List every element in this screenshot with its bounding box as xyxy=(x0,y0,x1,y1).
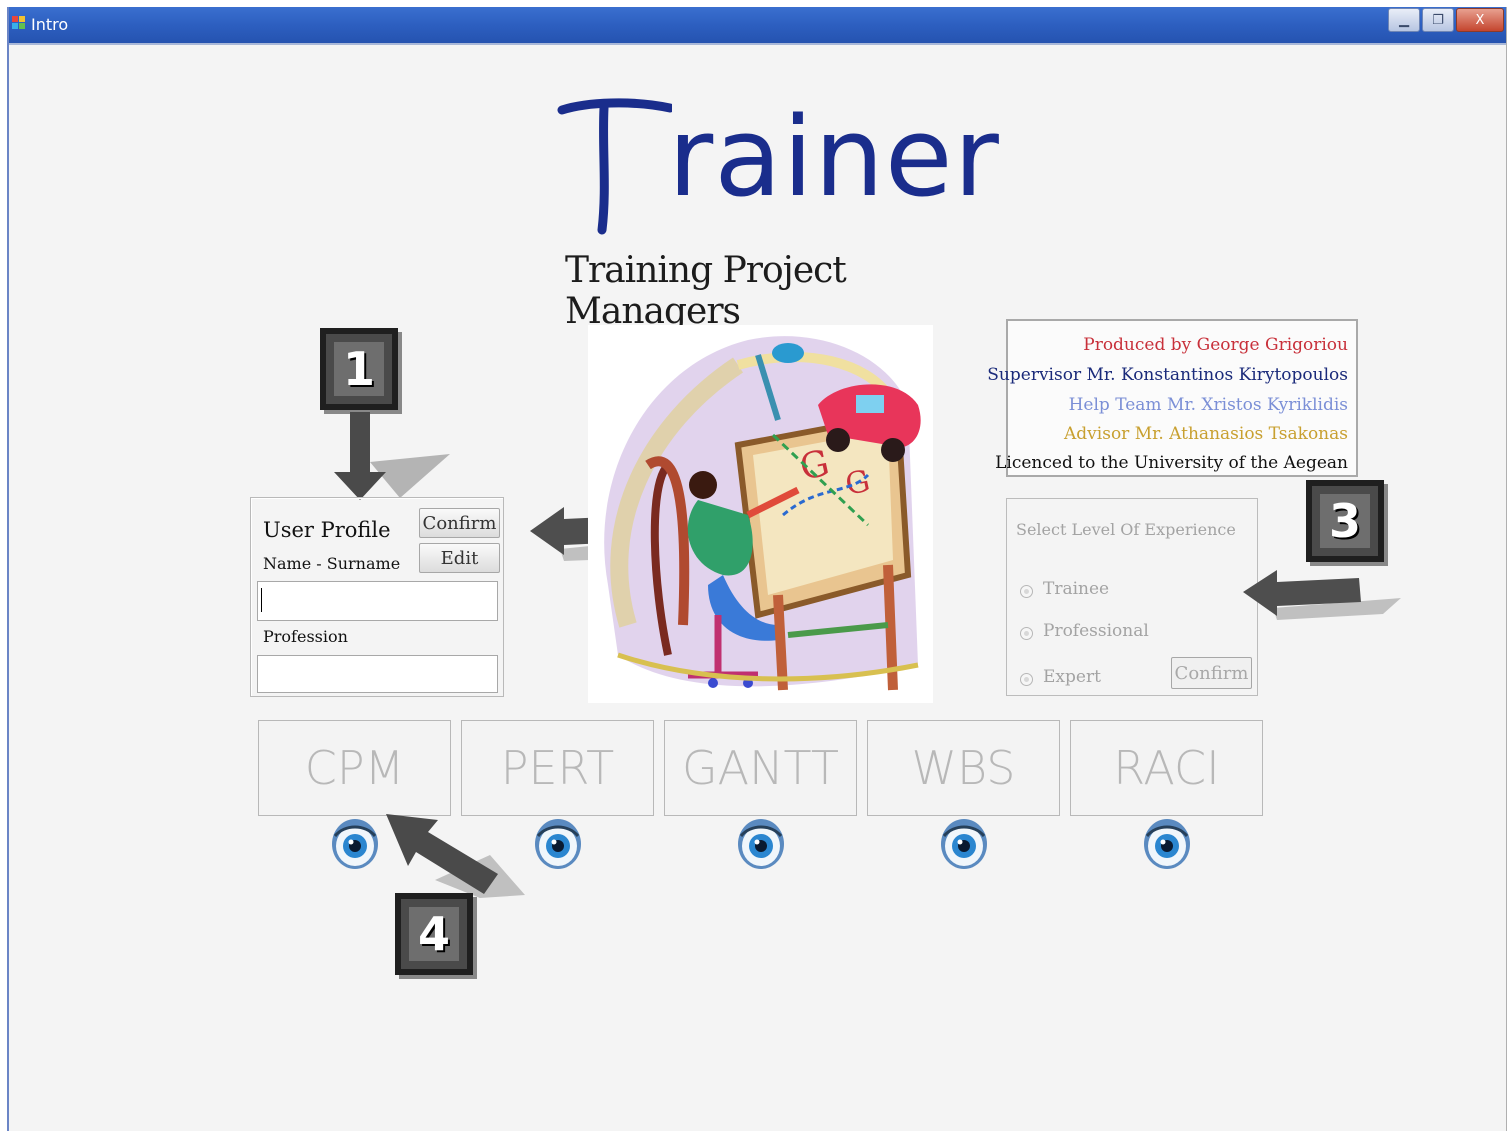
credit-licence: Licenced to the University of the Aegean xyxy=(995,453,1348,473)
minimize-button[interactable]: ▁ xyxy=(1388,8,1420,32)
arrow-down-icon xyxy=(334,412,450,500)
app-subtitle: Training Project Managers xyxy=(565,250,847,332)
profession-label: Profession xyxy=(263,627,348,646)
pert-button[interactable]: PERT xyxy=(461,720,654,816)
credit-produced: Produced by George Grigoriou xyxy=(1083,335,1348,355)
cpm-button[interactable]: CPM xyxy=(258,720,451,816)
radio-expert[interactable] xyxy=(1020,673,1033,686)
raci-view-eye-icon[interactable] xyxy=(1143,818,1191,870)
gantt-button[interactable]: GANTT xyxy=(664,720,857,816)
arrow-up-left-icon xyxy=(386,814,525,898)
title-bar: Intro ▁ ❐ X xyxy=(9,7,1506,45)
radio-professional-label: Professional xyxy=(1043,621,1149,641)
radio-trainee-label: Trainee xyxy=(1043,579,1110,599)
profile-edit-button[interactable]: Edit xyxy=(419,543,500,573)
cpm-view-eye-icon[interactable] xyxy=(331,818,379,870)
callout-badge-1: 1 xyxy=(320,328,398,410)
pert-view-eye-icon[interactable] xyxy=(534,818,582,870)
radio-expert-label: Expert xyxy=(1043,667,1101,687)
radio-trainee[interactable] xyxy=(1020,585,1033,598)
profession-input[interactable] xyxy=(257,655,498,693)
project-manager-illustration: G G xyxy=(588,325,933,703)
callout-badge-4: 4 xyxy=(395,893,473,975)
callout-badge-3: 3 xyxy=(1306,480,1384,562)
name-surname-label: Name - Surname xyxy=(263,554,401,573)
logo-initial-t xyxy=(557,98,672,235)
user-profile-panel: User Profile Name - Surname Confirm Edit… xyxy=(250,497,504,697)
wbs-button[interactable]: WBS xyxy=(867,720,1060,816)
credit-supervisor: Supervisor Mr. Konstantinos Kirytopoulos xyxy=(987,365,1348,385)
arrow-left-icon-2 xyxy=(1243,570,1401,620)
credits-panel: Produced by George Grigoriou Supervisor … xyxy=(987,319,1358,477)
experience-title: Select Level Of Experience xyxy=(1016,520,1236,539)
credit-help-team: Help Team Mr. Xristos Kyriklidis xyxy=(1068,395,1348,415)
experience-confirm-button[interactable]: Confirm xyxy=(1171,657,1252,689)
logo-text: rainer xyxy=(668,93,1000,221)
radio-professional[interactable] xyxy=(1020,627,1033,640)
app-icon xyxy=(12,16,26,30)
raci-button[interactable]: RACI xyxy=(1070,720,1263,816)
wbs-view-eye-icon[interactable] xyxy=(940,818,988,870)
maximize-button[interactable]: ❐ xyxy=(1422,8,1454,32)
name-surname-input[interactable] xyxy=(257,581,498,621)
close-button[interactable]: X xyxy=(1456,8,1504,32)
experience-level-panel: Select Level Of Experience Trainee Profe… xyxy=(1006,498,1258,696)
credit-advisor: Advisor Mr. Athanasios Tsakonas xyxy=(1064,424,1348,444)
profile-confirm-button[interactable]: Confirm xyxy=(419,508,500,538)
gantt-view-eye-icon[interactable] xyxy=(737,818,785,870)
window-title: Intro xyxy=(31,15,69,34)
user-profile-label: User Profile xyxy=(263,518,391,542)
